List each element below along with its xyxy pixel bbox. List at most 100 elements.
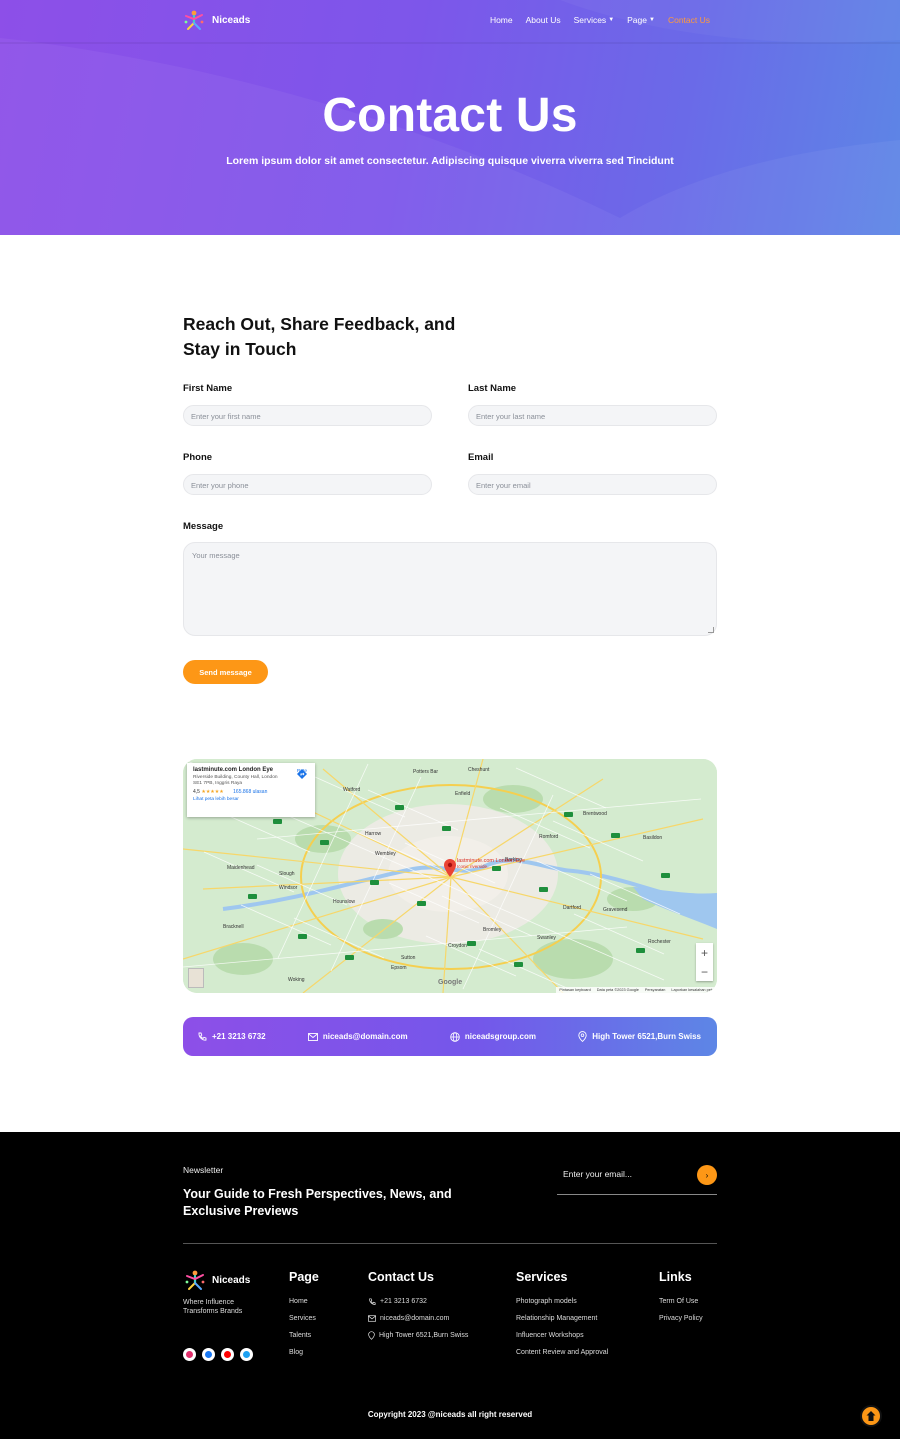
map-place-label: Swanley xyxy=(537,935,556,941)
globe-icon xyxy=(450,1031,460,1042)
email-label: Email xyxy=(468,452,494,463)
instagram-icon[interactable] xyxy=(183,1348,196,1361)
email-placeholder: Enter your email xyxy=(476,481,531,490)
email-input[interactable]: Enter your email xyxy=(468,474,717,495)
footer-contact-email[interactable]: niceads@domain.com xyxy=(368,1310,468,1327)
phone-placeholder: Enter your phone xyxy=(191,481,249,490)
niceads-logo-icon xyxy=(184,10,204,30)
map-park-area xyxy=(363,919,403,939)
map-road-shield xyxy=(564,812,573,817)
first-name-input[interactable]: Enter your first name xyxy=(183,405,432,426)
contact-phone-text: +21 3213 6732 xyxy=(212,1032,266,1041)
footer-link-photograph-models[interactable]: Photograph models xyxy=(516,1293,608,1310)
mail-icon xyxy=(307,1032,318,1041)
directions-button[interactable]: Rute xyxy=(296,769,307,779)
mail-icon xyxy=(368,1315,376,1322)
map-place-label: Gravesend xyxy=(603,907,628,913)
map-place-label: Slough xyxy=(279,871,295,877)
resize-handle-icon[interactable] xyxy=(708,627,714,633)
scroll-to-top-button[interactable] xyxy=(860,1405,882,1427)
map-road-shield xyxy=(345,955,354,960)
footer-link-services[interactable]: Services xyxy=(289,1310,319,1327)
chevron-down-icon: ▼ xyxy=(608,17,615,23)
map-road-shield xyxy=(539,887,548,892)
map-place-label: Dartford xyxy=(563,905,582,911)
twitter-icon[interactable] xyxy=(240,1348,253,1361)
footer-column-title: Links xyxy=(659,1270,692,1284)
page: Niceads Home About Us Services ▼ Page ▼ Co… xyxy=(0,0,900,1439)
map-reviews-link[interactable]: 165.868 ulasan xyxy=(233,789,267,795)
nav-link-home[interactable]: Home xyxy=(490,15,513,25)
footer-column-title: Services xyxy=(516,1270,568,1284)
view-larger-map-link[interactable]: Lihat peta lebih besar xyxy=(193,797,309,802)
footer-link-home[interactable]: Home xyxy=(289,1293,319,1310)
rating-value: 4,5 xyxy=(193,789,200,795)
map-attribution: Pintasan keyboard Data peta ©2023 Google… xyxy=(556,987,717,993)
contact-address[interactable]: High Tower 6521,Burn Swiss xyxy=(578,1031,701,1042)
nav-link-services[interactable]: Services ▼ xyxy=(574,15,615,25)
map-place-label: Basildon xyxy=(643,835,663,841)
form-heading: Reach Out, Share Feedback, and Stay in T… xyxy=(183,314,456,359)
location-pin-icon xyxy=(578,1031,587,1042)
contact-phone[interactable]: +21 3213 6732 xyxy=(197,1032,266,1042)
newsletter-email-input[interactable]: Enter your email... › xyxy=(557,1163,717,1195)
report-error-link[interactable]: Laporkan kesalahan peta xyxy=(671,988,714,992)
map-road-shield xyxy=(273,819,282,824)
facebook-icon[interactable] xyxy=(202,1348,215,1361)
first-name-placeholder: Enter your first name xyxy=(191,412,261,421)
footer-link-terms[interactable]: Term Of Use xyxy=(659,1293,703,1310)
nav-link-label: Contact Us xyxy=(667,15,710,25)
map-road-shield xyxy=(442,826,451,831)
contact-website-text: niceadsgroup.com xyxy=(464,1032,536,1041)
directions-icon xyxy=(296,769,307,779)
footer-link-content-review[interactable]: Content Review and Approval xyxy=(516,1344,608,1361)
footer-link-relationship-management[interactable]: Relationship Management xyxy=(516,1310,608,1327)
message-textarea[interactable]: Your message xyxy=(183,542,717,636)
youtube-icon[interactable] xyxy=(221,1348,234,1361)
map-place-label: Harrow xyxy=(365,831,382,837)
footer-divider xyxy=(183,1243,717,1244)
footer-link-blog[interactable]: Blog xyxy=(289,1344,319,1361)
map-road-shield xyxy=(514,962,523,967)
nav-link-page[interactable]: Page ▼ xyxy=(627,15,655,25)
footer-link-influencer-workshops[interactable]: Influencer Workshops xyxy=(516,1327,608,1344)
zoom-out-button[interactable]: − xyxy=(701,965,708,979)
nav-link-label: Page xyxy=(627,15,647,25)
first-name-label: First Name xyxy=(183,383,233,394)
newsletter-submit-button[interactable]: › xyxy=(697,1165,717,1185)
last-name-label: Last Name xyxy=(468,383,517,394)
footer-contact-address[interactable]: High Tower 6521,Burn Swiss xyxy=(368,1327,468,1344)
footer-contact-phone[interactable]: +21 3213 6732 xyxy=(368,1293,468,1310)
map-place-label: Hounslow xyxy=(333,899,355,905)
footer-link-privacy[interactable]: Privacy Policy xyxy=(659,1310,703,1327)
map-road-shield xyxy=(661,873,670,878)
send-message-button[interactable]: Send message xyxy=(183,660,268,684)
phone-label: Phone xyxy=(183,452,213,463)
last-name-input[interactable]: Enter your last name xyxy=(468,405,717,426)
phone-input[interactable]: Enter your phone xyxy=(183,474,432,495)
map-place-label: Rochester xyxy=(648,939,671,945)
brand-logo-link[interactable]: Niceads xyxy=(182,8,250,32)
nav-link-about[interactable]: About Us xyxy=(526,15,561,25)
brand-name: Niceads xyxy=(212,14,251,26)
map-place-address: Riverside Building, County Hall, London … xyxy=(193,775,278,786)
footer-brand-link[interactable]: Niceads xyxy=(183,1268,250,1292)
top-navbar: Niceads Home About Us Services ▼ Page ▼ Co… xyxy=(0,0,900,42)
terms-link[interactable]: Persyaratan xyxy=(645,988,665,992)
keyboard-shortcuts-link[interactable]: Pintasan keyboard xyxy=(559,988,590,992)
map-pin-icon[interactable] xyxy=(444,859,456,877)
footer-column-page: Page Home Services Talents Blog xyxy=(289,1270,319,1361)
street-view-pegman-icon[interactable] xyxy=(188,968,204,988)
map-place-label: Potters Bar xyxy=(413,769,439,775)
contact-email[interactable]: niceads@domain.com xyxy=(307,1032,408,1041)
nav-link-contact[interactable]: Contact Us xyxy=(668,15,710,25)
nav-link-label: Home xyxy=(489,15,513,25)
zoom-in-button[interactable]: + xyxy=(701,946,708,960)
map-road-shield xyxy=(467,941,476,946)
map-road-shield xyxy=(611,833,620,838)
contact-website[interactable]: niceadsgroup.com xyxy=(450,1031,536,1042)
social-links xyxy=(183,1348,253,1361)
embedded-map[interactable]: Watford Potters Bar Enfield Cheshunt Harrow R… xyxy=(183,759,717,993)
rating-stars-icon: ★★★★★ xyxy=(201,789,224,795)
footer-link-talents[interactable]: Talents xyxy=(289,1327,319,1344)
